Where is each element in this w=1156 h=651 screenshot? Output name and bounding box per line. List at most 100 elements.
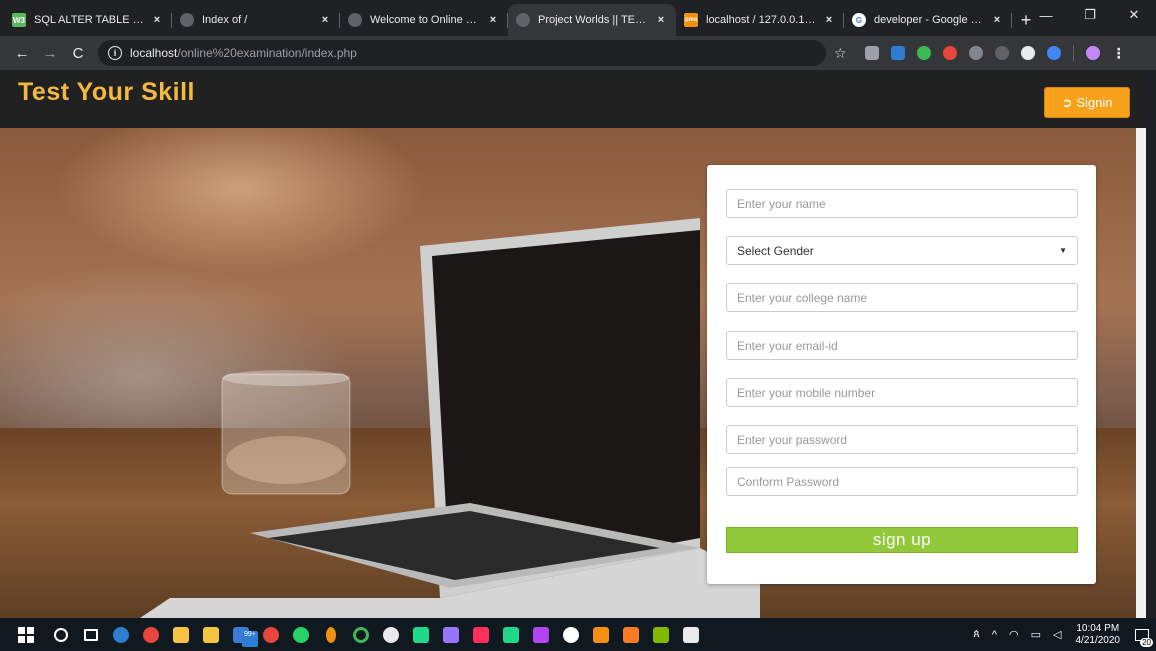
datagrip-icon[interactable]: [436, 618, 466, 651]
tab-close-icon[interactable]: ×: [822, 14, 836, 26]
edge-icon[interactable]: [106, 618, 136, 651]
bookmark-star-icon[interactable]: ☆: [834, 45, 847, 62]
tab-close-icon[interactable]: ×: [486, 14, 500, 26]
signup-form: Select Gender ▼ sign up: [707, 165, 1096, 584]
menu-kebab-icon[interactable]: ⋮: [1112, 45, 1126, 62]
tab-close-icon[interactable]: ×: [990, 14, 1004, 26]
extension-gray-icon[interactable]: [968, 46, 983, 60]
store-icon[interactable]: [196, 618, 226, 651]
wifi-icon[interactable]: ◠: [1009, 628, 1019, 641]
college-input[interactable]: [726, 283, 1078, 312]
clock-date: 4/21/2020: [1075, 634, 1121, 646]
name-input[interactable]: [726, 189, 1078, 218]
tab-close-icon[interactable]: ×: [318, 14, 332, 26]
search-circle-icon[interactable]: [46, 618, 76, 651]
signup-button[interactable]: sign up: [726, 527, 1078, 553]
minimize-icon[interactable]: —: [1024, 0, 1068, 30]
browser-tab-strip: W3 SQL ALTER TABLE Statem × Index of / ×…: [0, 0, 1156, 36]
clion-icon[interactable]: [406, 618, 436, 651]
tab-title: localhost / 127.0.0.1 / p: [706, 14, 818, 26]
clock[interactable]: 10:04 PM 4/21/2020: [1076, 623, 1121, 647]
whatsapp-icon[interactable]: [286, 618, 316, 651]
github-icon[interactable]: [1020, 46, 1035, 60]
tab-title: SQL ALTER TABLE Statem: [34, 14, 146, 26]
tab-title: Project Worlds || TEST Y: [538, 14, 650, 26]
restore-icon[interactable]: ❐: [1068, 0, 1112, 30]
pycharm-icon[interactable]: [496, 618, 526, 651]
tab-close-icon[interactable]: ×: [654, 14, 668, 26]
mail-badge: 99+: [242, 631, 258, 647]
browser-tab-2[interactable]: Welcome to Online Exa ×: [340, 4, 508, 36]
tab-favicon-icon: [348, 13, 362, 27]
app-gear-icon[interactable]: [376, 618, 406, 651]
forward-arrow-icon[interactable]: →: [38, 41, 62, 65]
extensions-area: [859, 45, 1106, 61]
browser-tab-4[interactable]: pma localhost / 127.0.0.1 / p ×: [676, 4, 844, 36]
xampp-icon[interactable]: [616, 618, 646, 651]
profile-avatar-icon[interactable]: [1085, 46, 1100, 60]
tab-close-icon[interactable]: ×: [150, 14, 164, 26]
toolbar-separator: [1072, 45, 1074, 61]
reload-icon[interactable]: C: [66, 41, 90, 65]
notification-count: 20: [1140, 638, 1153, 647]
browser-toolbar: ← → C i localhost/online%20examination/i…: [0, 36, 1156, 70]
browser-tab-5[interactable]: G developer - Google Sea ×: [844, 4, 1012, 36]
email-input[interactable]: [726, 331, 1078, 360]
windows-start-icon[interactable]: [6, 618, 46, 651]
notification-center-icon[interactable]: 20: [1128, 618, 1156, 651]
back-arrow-icon[interactable]: ←: [10, 41, 34, 65]
browser-tab-1[interactable]: Index of / ×: [172, 4, 340, 36]
site-title: Test Your Skill: [18, 78, 195, 106]
tab-title: developer - Google Sea: [874, 14, 986, 26]
browser-tab-0[interactable]: W3 SQL ALTER TABLE Statem ×: [4, 4, 172, 36]
people-icon[interactable]: ጰ: [973, 628, 980, 641]
tab-title: Welcome to Online Exa: [370, 14, 482, 26]
tab-favicon-icon: G: [852, 13, 866, 27]
windows-taskbar: 99+ ጰ ^ ◠ ▭ ◁ 10:04 PM 4/21/2020 20: [0, 618, 1156, 651]
battery-icon[interactable]: ▭: [1031, 628, 1041, 641]
signin-button[interactable]: ➲ Signin: [1044, 87, 1130, 118]
site-info-icon[interactable]: i: [108, 46, 122, 60]
mobile-input[interactable]: [726, 378, 1078, 407]
tab-favicon-icon: [516, 13, 530, 27]
extension-red-icon[interactable]: [942, 46, 957, 60]
photos-icon[interactable]: [676, 618, 706, 651]
task-view-icon[interactable]: [76, 618, 106, 651]
notepad-icon[interactable]: [646, 618, 676, 651]
tab-favicon-icon: pma: [684, 13, 698, 27]
url-host: localhost: [130, 46, 178, 60]
confirm-password-input[interactable]: [726, 467, 1078, 496]
sublime-icon[interactable]: [586, 618, 616, 651]
browser-tab-3[interactable]: Project Worlds || TEST Y ×: [508, 4, 676, 36]
extension-blue-icon[interactable]: [1046, 46, 1061, 60]
phpstorm-icon[interactable]: [526, 618, 556, 651]
app-orange-icon[interactable]: [316, 618, 346, 651]
tab-title: Index of /: [202, 14, 248, 26]
gender-select[interactable]: Select Gender ▼: [726, 236, 1078, 265]
chevron-up-icon[interactable]: ^: [992, 629, 997, 641]
extension-green-icon[interactable]: [916, 46, 931, 60]
extension-new-icon[interactable]: [890, 46, 905, 60]
file-explorer-icon[interactable]: [166, 618, 196, 651]
screen: W3 SQL ALTER TABLE Statem × Index of / ×…: [0, 0, 1156, 651]
laptop-illustration: [140, 218, 760, 618]
window-close-icon[interactable]: ✕: [1112, 0, 1156, 30]
mongodb-icon[interactable]: [556, 618, 586, 651]
intellij-icon[interactable]: [466, 618, 496, 651]
url-path: /online%20examination/index.php: [177, 46, 357, 60]
chevron-down-icon: ▼: [1059, 246, 1067, 255]
extension-dark-icon[interactable]: [994, 46, 1009, 60]
page-scrollbar[interactable]: [1136, 128, 1146, 618]
app-p-icon[interactable]: [256, 618, 286, 651]
app-green-ring-icon[interactable]: [346, 618, 376, 651]
mail-icon[interactable]: 99+: [226, 618, 258, 651]
extension-mail-icon[interactable]: [864, 46, 879, 60]
clock-time: 10:04 PM: [1076, 622, 1120, 634]
system-tray: ጰ ^ ◠ ▭ ◁ 10:04 PM 4/21/2020 20: [967, 618, 1156, 651]
chrome-icon[interactable]: [136, 618, 166, 651]
signin-label: Signin: [1076, 95, 1113, 110]
password-input[interactable]: [726, 425, 1078, 454]
volume-icon[interactable]: ◁: [1053, 628, 1061, 641]
site-header: Test Your Skill ➲ Signin: [0, 70, 1146, 128]
address-bar[interactable]: i localhost/online%20examination/index.p…: [98, 40, 826, 66]
